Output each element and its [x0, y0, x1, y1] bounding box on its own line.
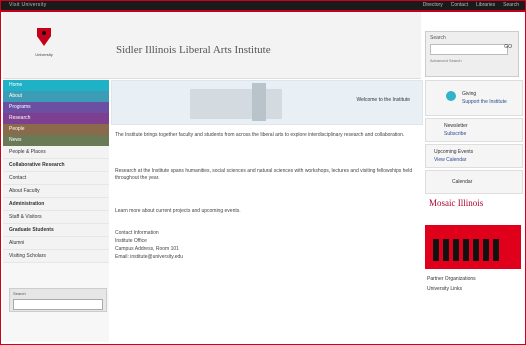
promo-bar — [443, 239, 449, 261]
contact-line-1: Institute Office — [115, 238, 147, 244]
hero-banner: Welcome to the Institute — [111, 80, 423, 125]
seal-icon — [446, 91, 456, 101]
mosaic-banner-link[interactable]: Mosaic Illinois — [429, 198, 483, 208]
promo-bar — [473, 239, 479, 261]
giving-box[interactable]: Giving Support the Institute — [425, 80, 523, 116]
top-link-directory[interactable]: Directory — [423, 2, 443, 8]
calendar-box[interactable]: Calendar — [425, 170, 523, 194]
sidebar-search-input[interactable] — [13, 299, 103, 310]
site-title[interactable]: Sidler Illinois Liberal Arts Institute — [116, 44, 271, 56]
sub-about-faculty[interactable]: About Faculty — [3, 185, 109, 198]
top-link-search[interactable]: Search — [503, 2, 519, 8]
nav-item-research[interactable]: Research — [3, 113, 109, 124]
banner-text: Welcome to the Institute — [356, 97, 410, 103]
sub-contact[interactable]: Contact — [3, 172, 109, 185]
promo-bar — [493, 239, 499, 261]
sub-graduate-students[interactable]: Graduate Students — [3, 224, 109, 237]
sub-collaborative-research[interactable]: Collaborative Research — [3, 159, 109, 172]
research-paragraph: Research at the Institute spans humaniti… — [115, 168, 413, 181]
sub-visiting-scholars[interactable]: Visiting Scholars — [3, 250, 109, 263]
advanced-search-link[interactable]: Advanced Search — [430, 58, 462, 63]
university-logo[interactable]: University — [29, 26, 59, 66]
giving-title: Giving — [462, 91, 477, 97]
nav-item-news[interactable]: News — [3, 135, 109, 146]
nav-item-about[interactable]: About — [3, 91, 109, 102]
top-links: Directory Contact Libraries Search — [423, 2, 519, 8]
page: Visit University Directory Contact Libra… — [0, 0, 526, 345]
sub-alumni[interactable]: Alumni — [3, 237, 109, 250]
top-link-contact[interactable]: Contact — [451, 2, 468, 8]
main-content: Welcome to the Institute The Institute b… — [111, 80, 423, 342]
promo-image[interactable] — [425, 225, 521, 269]
newsletter-link[interactable]: Subscribe — [444, 131, 466, 137]
sub-staff-visitors[interactable]: Staff & Visitors — [3, 211, 109, 224]
promo-bars — [433, 239, 499, 261]
nav-item-people[interactable]: People — [3, 124, 109, 135]
promo-bar — [463, 239, 469, 261]
logo-text: University — [35, 52, 53, 57]
calendar-title: Calendar — [452, 179, 473, 185]
nav-item-programs[interactable]: Programs — [3, 102, 109, 113]
contact-title: Contact Information — [115, 230, 159, 236]
search-go-button[interactable]: GO — [504, 44, 512, 50]
sidebar-search-label: Search — [13, 291, 26, 296]
nav-item-home[interactable]: Home — [3, 80, 109, 91]
building-image — [190, 89, 282, 119]
promo-bar — [453, 239, 459, 261]
events-box[interactable]: Upcoming Events View Calendar — [425, 144, 523, 168]
events-link[interactable]: View Calendar — [434, 157, 466, 163]
search-input[interactable] — [430, 44, 508, 55]
learn-more-link[interactable]: Learn more about current projects and up… — [115, 208, 415, 215]
intro-paragraph: The Institute brings together faculty an… — [115, 132, 405, 138]
promo-bar — [483, 239, 489, 261]
sub-administration[interactable]: Administration — [3, 198, 109, 211]
right-column: Giving Support the Institute Newsletter … — [425, 80, 523, 342]
tower-image — [252, 83, 266, 121]
top-bar: Visit University Directory Contact Libra… — [1, 1, 525, 12]
footer-line-1[interactable]: Partner Organizations — [427, 276, 476, 282]
site-header: University Sidler Illinois Liberal Arts … — [3, 12, 421, 79]
promo-bar — [433, 239, 439, 261]
sidebar-search: Search — [9, 288, 107, 312]
footer-line-2[interactable]: University Links — [427, 286, 462, 292]
visit-university-link[interactable]: Visit University — [9, 2, 47, 8]
contact-line-3[interactable]: Email: institute@university.edu — [115, 254, 415, 261]
sidebar: Home About Programs Research People News… — [3, 80, 109, 342]
top-link-libraries[interactable]: Libraries — [476, 2, 495, 8]
search-panel: Search GO Advanced Search — [425, 31, 519, 77]
search-label: Search — [430, 35, 446, 41]
shield-icon — [37, 28, 51, 46]
contact-line-2: Campus Address, Room 101 — [115, 246, 179, 252]
newsletter-box[interactable]: Newsletter Subscribe — [425, 118, 523, 142]
events-title: Upcoming Events — [434, 149, 474, 155]
newsletter-title: Newsletter — [444, 123, 468, 129]
giving-link[interactable]: Support the Institute — [462, 99, 507, 105]
sub-people-places[interactable]: People & Places — [3, 146, 109, 159]
